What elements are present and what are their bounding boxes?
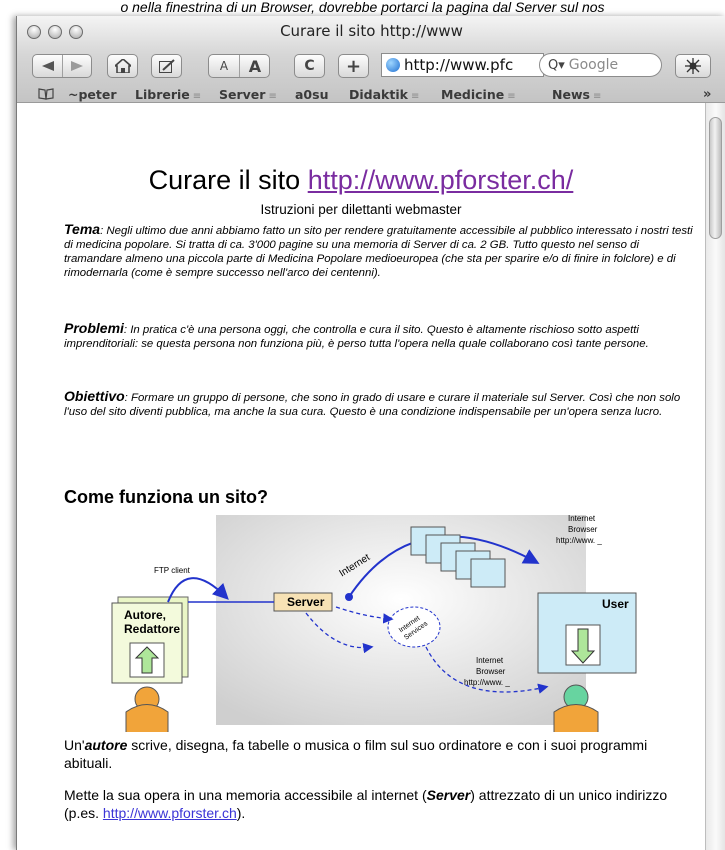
problemi-text: : In pratica c'è una persona oggi, che c… [64,324,649,350]
bookmark-item-peter[interactable]: ~peter [68,87,117,102]
page-caption: o nella finestrina di un Browser, dovreb… [120,0,605,15]
text-bigger-button[interactable]: A [240,55,270,77]
bookmark-label: Didaktik [349,87,408,102]
text-size-control[interactable]: A A [208,54,270,78]
scrollbar-thumb[interactable] [709,117,722,239]
text-smaller-button[interactable]: A [209,55,240,77]
tema-label: Tema [64,221,101,237]
p2-prefix: Mette la sua opera in una memoria access… [64,787,427,803]
section-heading: Come funziona un sito? [64,487,268,507]
browser-bottom-label-1: Internet [476,656,504,665]
bookmark-label: Server [219,87,266,102]
author-paragraph: Un'autore scrive, disegna, fa tabelle o … [64,736,694,772]
bookmark-item-a0su[interactable]: a0su [295,87,328,102]
browser-top-label-2: Browser [568,525,598,534]
author-label-1: Autore, [124,608,166,622]
bookmarks-overflow-icon[interactable]: » [703,87,711,102]
home-icon [114,59,131,73]
folder-arrow-icon: ≡ [410,91,420,102]
p2-link[interactable]: http://www.pforster.ch [103,805,237,821]
forward-button[interactable] [63,55,91,77]
author-label-2: Redattore [124,622,180,636]
title-bar: Curare il sito http://www A A C + http:/… [17,16,725,103]
browser-bottom-label-3: http://www. _ [464,678,510,687]
bookmarks-book-icon[interactable] [38,88,54,100]
window-title: Curare il sito http://www [280,22,463,40]
folder-arrow-icon: ≡ [592,91,602,102]
obiettivo-paragraph: Obiettivo: Formare un gruppo di persone,… [64,389,694,419]
plus-icon: + [345,55,362,77]
bookmark-item-news[interactable]: News ≡ [552,87,601,102]
bookmark-label: News [552,87,590,102]
forward-arrow-icon [71,61,83,71]
web-page-content: Curare il sito http://www.pforster.ch/ I… [17,103,705,850]
bookmarks-bar: ~peter Librerie ≡ Server ≡ a0su Didaktik ≡ … [17,87,725,102]
vertical-scrollbar[interactable] [705,103,725,850]
folder-arrow-icon: ≡ [192,91,202,102]
p1-suffix: scrive, disegna, fa tabelle o musica o f… [64,737,648,771]
page-subtitle: Istruzioni per dilettanti webmaster [260,202,462,217]
problemi-label: Problemi [64,320,124,336]
tema-text: : Negli ultimo due anni abbiamo fatto un… [64,225,693,279]
address-bar-text: http://www.pfc [404,56,514,74]
p1-prefix: Un' [64,737,85,753]
bookmark-item-didaktik[interactable]: Didaktik ≡ [349,87,419,102]
reload-button[interactable]: C [294,54,325,78]
pencil-icon [158,59,175,73]
address-bar[interactable]: http://www.pfc [381,53,544,77]
bookmark-label: Librerie [135,87,190,102]
page-title: Curare il sito http://www.pforster.ch/ [17,165,705,196]
obiettivo-text: : Formare un gruppo di persone, che sono… [64,392,681,418]
ftp-client-label: FTP client [154,566,191,575]
problemi-paragraph: Problemi: In pratica c'è una persona ogg… [64,321,694,351]
user-label: User [602,597,629,611]
globe-icon [386,58,400,72]
add-bookmark-button[interactable]: + [338,54,369,78]
server-paragraph: Mette la sua opera in una memoria access… [64,786,694,822]
internet-services-bubble [387,606,441,648]
server-label: Server [287,595,325,609]
back-button[interactable] [33,55,63,77]
edit-button[interactable] [151,54,182,78]
bookmark-label: Medicine [441,87,505,102]
bookmark-item-medicine[interactable]: Medicine ≡ [441,87,516,102]
snapback-button[interactable] [675,54,711,78]
search-placeholder: Google [568,57,619,73]
obiettivo-label: Obiettivo [64,388,125,404]
website-diagram: Autore, Redattore FTP client Server Inte… [111,514,637,732]
tema-paragraph: Tema: Negli ultimo due anni abbiamo fatt… [64,222,694,280]
p2-bold: Server [426,787,471,803]
page-title-text: Curare il sito [148,165,308,195]
browser-top-label-1: Internet [568,514,596,523]
p1-bold: autore [84,737,128,753]
folder-arrow-icon: ≡ [507,91,516,102]
bug-icon [685,58,701,74]
page-title-link[interactable]: http://www.pforster.ch/ [308,165,574,195]
reload-icon: C [304,58,315,74]
folder-arrow-icon: ≡ [268,91,277,102]
back-forward-control[interactable] [32,54,92,78]
home-button[interactable] [107,54,138,78]
browser-bottom-label-2: Browser [476,667,506,676]
bookmark-item-server[interactable]: Server ≡ [219,87,277,102]
browser-top-label-3: http://www. _ [556,536,602,545]
p2-suffix: ). [236,805,246,821]
search-icon: Q▾ [548,57,565,73]
author-computer: Autore, Redattore [111,596,189,732]
search-field[interactable]: Q▾ Google [539,53,662,77]
browser-window: Curare il sito http://www A A C + http:/… [16,16,725,850]
bookmark-item-librerie[interactable]: Librerie ≡ [135,87,201,102]
back-arrow-icon [41,61,54,71]
